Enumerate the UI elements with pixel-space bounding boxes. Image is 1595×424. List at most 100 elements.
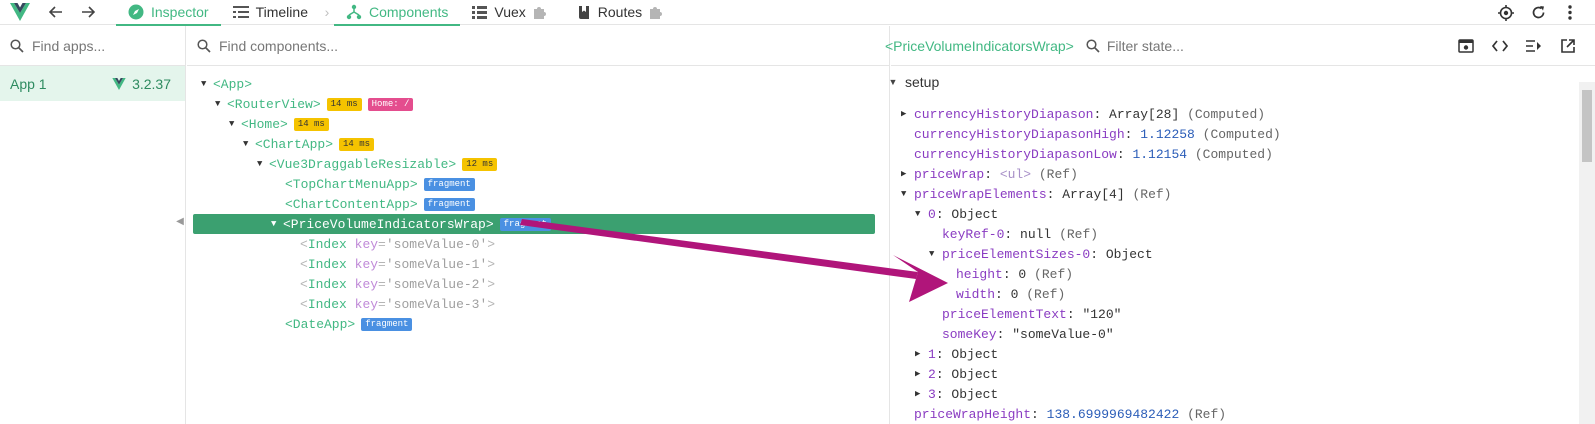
fragment-badge: fragment	[499, 217, 551, 231]
component-tree-icon	[346, 4, 362, 20]
expand-triangle-icon[interactable]: ▶	[915, 389, 928, 399]
expand-triangle-icon[interactable]: ▼	[257, 159, 269, 169]
open-in-editor-icon[interactable]	[1553, 31, 1583, 61]
state-tree: ▼ setup ▶ currencyHistoryDiapason: Array…	[889, 66, 1595, 424]
search-components-input[interactable]	[219, 37, 773, 54]
expand-triangle-icon[interactable]: ▼	[915, 209, 928, 219]
timeline-icon	[232, 6, 249, 18]
setup-section-header[interactable]: ▼ setup	[889, 71, 940, 93]
state-row[interactable]: currencyHistoryDiapasonHigh: 1.12258 (Co…	[914, 124, 1281, 144]
state-row[interactable]: someKey: "someValue-0"	[942, 324, 1114, 344]
expand-triangle-icon[interactable]: ▶	[901, 169, 914, 179]
code-icon[interactable]	[1485, 31, 1515, 61]
state-row[interactable]: currencyHistoryDiapasonLow: 1.12154 (Com…	[914, 144, 1273, 164]
book-icon	[578, 5, 589, 19]
search-icon	[10, 38, 24, 53]
tree-node-index-1[interactable]: < Index key ='someValue-1' >	[300, 254, 495, 274]
tree-node-index-2[interactable]: < Index key ='someValue-2' >	[300, 274, 495, 294]
selected-component-name: <PriceVolumeIndicatorsWrap>	[885, 37, 1074, 54]
state-row[interactable]: keyRef-0: null (Ref)	[942, 224, 1098, 244]
state-row[interactable]: ▶ priceWrap: <ul> (Ref)	[901, 164, 1078, 184]
tab-components-label: Components	[368, 4, 449, 20]
tab-inspector-label: Inspector	[151, 4, 209, 20]
state-header: <PriceVolumeIndicatorsWrap>	[885, 26, 1595, 66]
state-row[interactable]: ▶ currencyHistoryDiapason: Array[28] (Co…	[901, 104, 1265, 124]
tree-node-pricevolumeindicatorswrap[interactable]: ▼ <PriceVolumeIndicatorsWrap> fragment	[193, 214, 875, 234]
state-row[interactable]: height: 0 (Ref)	[956, 264, 1073, 284]
tree-node-app[interactable]: ▼ <App>	[201, 74, 252, 94]
vue-logo-icon	[0, 0, 40, 25]
filter-state-input[interactable]	[1106, 37, 1267, 54]
render-time-badge: 12 ms	[462, 157, 498, 171]
tab-inspector[interactable]: Inspector	[116, 0, 221, 26]
state-row[interactable]: ▼ 0: Object	[915, 204, 998, 224]
apps-search	[0, 26, 185, 66]
scrollbar-thumb[interactable]	[1582, 90, 1592, 162]
tree-node-vue3draggableresizable[interactable]: ▼ <Vue3DraggableResizable> 12 ms	[257, 154, 498, 174]
tree-node-home[interactable]: ▼ <Home> 14 ms	[229, 114, 329, 134]
target-icon[interactable]	[1491, 0, 1521, 25]
search-icon	[197, 38, 211, 53]
tree-node-index-0[interactable]: < Index key ='someValue-0' >	[300, 234, 495, 254]
forward-arrow-icon[interactable]	[72, 0, 104, 25]
expand-triangle-icon[interactable]: ▼	[201, 79, 213, 89]
state-row[interactable]: ▼ priceWrapElements: Array[4] (Ref)	[901, 184, 1171, 204]
expand-triangle-icon[interactable]: ▶	[901, 109, 914, 119]
tab-routes[interactable]: Routes	[566, 0, 682, 25]
scroll-to-component-icon[interactable]	[1451, 31, 1481, 61]
collapse-handle-icon[interactable]: ◀	[175, 216, 185, 227]
state-row[interactable]: ▶ 2: Object	[915, 364, 998, 384]
components-search	[187, 26, 889, 66]
state-scrollbar[interactable]	[1579, 82, 1595, 424]
render-time-badge: 14 ms	[326, 97, 362, 111]
top-toolbar: Inspector Timeline › Components Vuex Rou…	[0, 0, 1595, 26]
fragment-badge: fragment	[423, 197, 475, 211]
expand-triangle-icon[interactable]: ▼	[229, 119, 241, 129]
state-filter	[1086, 37, 1267, 54]
tab-timeline-label: Timeline	[255, 4, 308, 20]
puzzle-icon	[650, 6, 663, 19]
expand-triangle-icon[interactable]: ▼	[271, 219, 283, 229]
app-list-item[interactable]: App 1 3.2.37	[0, 66, 185, 101]
app-name: App 1	[10, 75, 47, 92]
expand-triangle-icon[interactable]: ▼	[215, 99, 227, 109]
tree-node-dateapp[interactable]: <DateApp> fragment	[285, 314, 413, 334]
tab-vuex[interactable]: Vuex	[460, 0, 565, 25]
render-time-badge: 14 ms	[339, 137, 375, 151]
state-row[interactable]: priceWrapHeight: 138.6999969482422 (Ref)	[914, 404, 1226, 424]
refresh-icon[interactable]	[1523, 0, 1553, 25]
apps-panel: App 1 3.2.37	[0, 26, 186, 424]
render-time-badge: 14 ms	[293, 117, 329, 131]
tab-routes-label: Routes	[597, 4, 643, 20]
expand-triangle-icon[interactable]: ▼	[885, 77, 901, 87]
tab-timeline[interactable]: Timeline	[221, 0, 320, 25]
state-row[interactable]: width: 0 (Ref)	[956, 284, 1065, 304]
vue-logo-icon	[112, 77, 126, 90]
expand-triangle-icon[interactable]: ▼	[901, 189, 914, 199]
state-row[interactable]: ▼ priceElementSizes-0: Object	[929, 244, 1153, 264]
compass-icon	[128, 4, 144, 20]
list-icon	[472, 5, 488, 19]
expand-triangle-icon[interactable]: ▼	[243, 139, 255, 149]
more-vertical-icon[interactable]	[1555, 0, 1585, 25]
inspect-dom-icon[interactable]	[1519, 31, 1549, 61]
expand-triangle-icon[interactable]: ▶	[915, 369, 928, 379]
state-row[interactable]: ▶ 3: Object	[915, 384, 998, 404]
fragment-badge: fragment	[423, 177, 475, 191]
fragment-badge: fragment	[361, 317, 413, 331]
expand-triangle-icon[interactable]: ▼	[929, 249, 942, 259]
state-panel: <PriceVolumeIndicatorsWrap> ▼ setup	[885, 26, 1595, 424]
back-arrow-icon[interactable]	[40, 0, 72, 25]
vue-version: 3.2.37	[132, 75, 171, 92]
search-apps-input[interactable]	[32, 37, 172, 54]
expand-triangle-icon[interactable]: ▶	[915, 349, 928, 359]
puzzle-icon	[533, 6, 546, 19]
state-row[interactable]: ▶ 1: Object	[915, 344, 998, 364]
tree-node-index-3[interactable]: < Index key ='someValue-3' >	[300, 294, 495, 314]
tree-node-chartapp[interactable]: ▼ <ChartApp> 14 ms	[243, 134, 375, 154]
tree-node-chartcontentapp[interactable]: <ChartContentApp> fragment	[285, 194, 475, 214]
tab-components[interactable]: Components	[333, 0, 461, 26]
tree-node-routerview[interactable]: ▼ <RouterView> 14 ms Home: /	[215, 94, 414, 114]
state-row[interactable]: priceElementText: "120"	[942, 304, 1121, 324]
tree-node-topchartmenuapp[interactable]: <TopChartMenuApp> fragment	[285, 174, 475, 194]
